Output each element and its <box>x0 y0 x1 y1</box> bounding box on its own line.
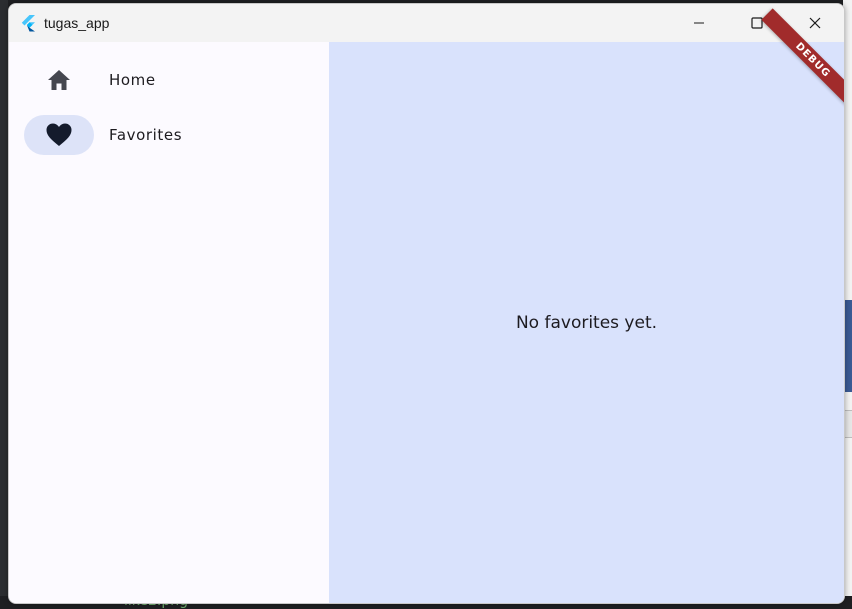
close-icon <box>809 17 821 29</box>
empty-state-message: No favorites yet. <box>515 312 658 333</box>
home-icon <box>48 70 70 90</box>
nav-item-favorites[interactable]: Favorites <box>24 115 314 155</box>
minimize-button[interactable] <box>670 4 728 42</box>
heart-icon <box>46 123 72 146</box>
nav-item-label: Home <box>109 71 156 89</box>
nav-icon-container <box>24 60 94 100</box>
window-title: tugas_app <box>44 15 110 31</box>
app-content: Home Favorites No favorites yet. DEBUG <box>9 8 844 603</box>
flutter-logo-icon <box>21 15 35 32</box>
title-bar[interactable]: tugas_app <box>9 4 844 42</box>
nav-item-label: Favorites <box>109 126 183 144</box>
favorites-page: No favorites yet. DEBUG <box>329 8 844 603</box>
navigation-rail: Home Favorites <box>9 42 329 603</box>
selected-indicator <box>24 115 94 155</box>
window-controls <box>670 4 844 42</box>
app-window: tugas_app Home Favorites No favorites ye… <box>8 3 845 604</box>
background-editor-edge <box>0 0 8 609</box>
minimize-icon <box>694 22 704 24</box>
nav-item-home[interactable]: Home <box>24 60 314 100</box>
